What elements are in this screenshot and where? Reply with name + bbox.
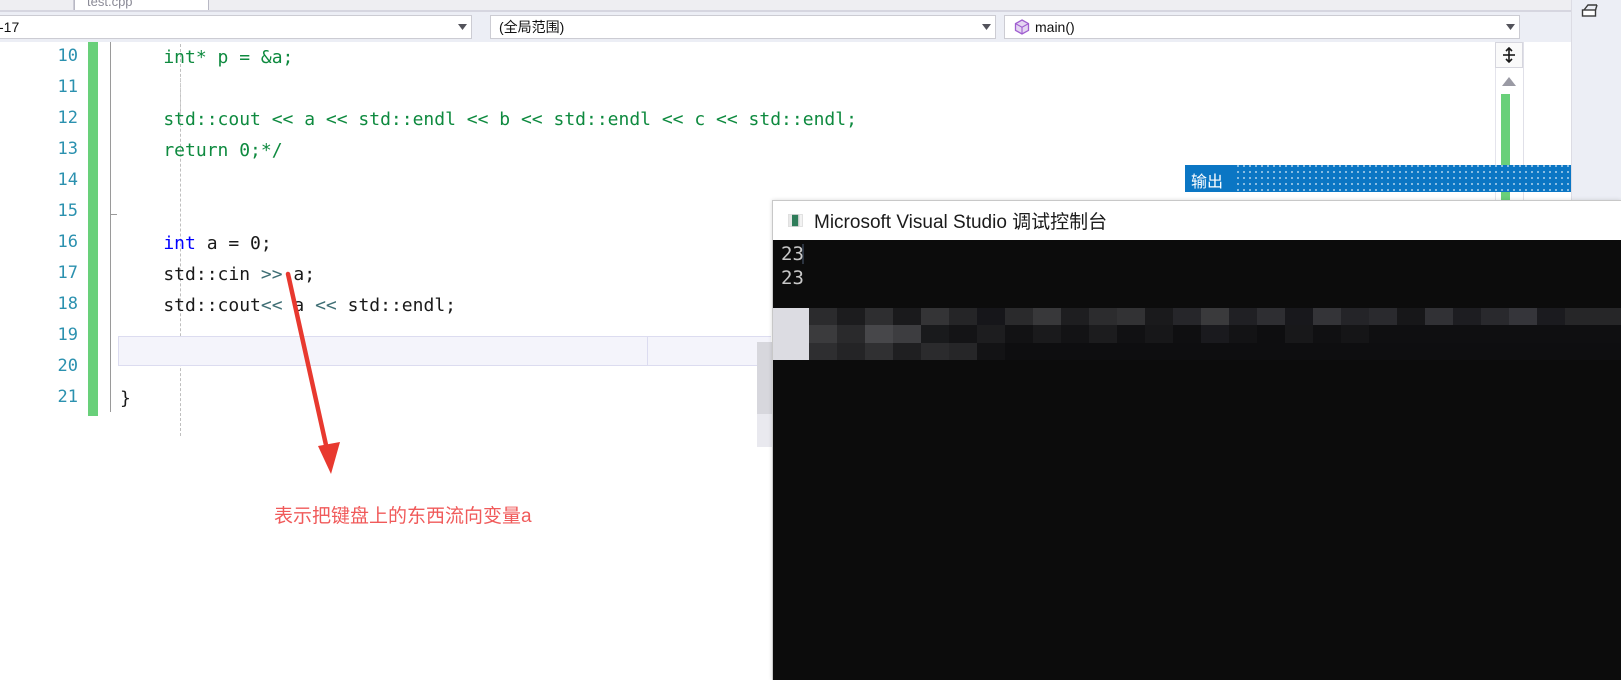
code-token-text: a = 0; — [195, 233, 272, 254]
code-token-text: std::endl; — [336, 295, 456, 316]
code-line-13[interactable]: return 0;*/ — [120, 135, 282, 166]
line-number: 21 — [57, 387, 78, 407]
scroll-up-arrow-icon[interactable] — [1495, 70, 1523, 92]
code-line-12[interactable]: std::cout << a << std::endl << b << std:… — [120, 104, 857, 135]
gutter-separator — [110, 42, 111, 412]
line-number: 18 — [57, 294, 78, 314]
code-line-17[interactable]: std::cin >> a; — [120, 259, 315, 290]
pin-window-icon[interactable] — [1575, 1, 1603, 23]
code-token-operator: >> — [260, 264, 283, 285]
tab-test-cpp-label: test.cpp — [87, 0, 133, 9]
code-token-text: std::cin — [120, 264, 261, 285]
current-line-highlight — [118, 336, 648, 366]
line-number: 19 — [57, 325, 78, 345]
output-panel-header[interactable]: 输出 — [1185, 165, 1571, 192]
line-number: 20 — [57, 356, 78, 376]
console-output-area[interactable]: 23 23 — [773, 240, 1621, 680]
line-number: 13 — [57, 139, 78, 159]
code-token-text: std::cout — [120, 295, 261, 316]
code-token-text: a; — [282, 264, 316, 285]
split-view-icon[interactable] — [1495, 42, 1523, 68]
debug-console-window[interactable]: Microsoft Visual Studio 调试控制台 23 23 — [772, 200, 1621, 680]
scope-dropdown-value: -17 — [0, 19, 20, 35]
global-scope-dropdown[interactable]: (全局范围) — [490, 15, 996, 39]
line-number: 12 — [57, 108, 78, 128]
code-line-16[interactable]: int a = 0; — [120, 228, 272, 259]
line-number: 15 — [57, 201, 78, 221]
chevron-down-icon[interactable] — [1501, 16, 1519, 38]
console-output-line: 23 — [781, 243, 804, 265]
chevron-down-icon[interactable] — [977, 16, 995, 38]
code-line-10[interactable]: int* p = &a; — [120, 42, 293, 73]
console-output-line: 23 — [781, 267, 804, 289]
output-panel-label: 输出 — [1191, 174, 1224, 191]
code-token-operator: << — [260, 295, 283, 316]
line-number-gutter: 10 11 12 13 14 15 16 17 18 19 20 21 — [0, 42, 88, 680]
code-line-18[interactable]: std::cout<< a << std::endl; — [120, 290, 456, 321]
changed-lines-indicator — [88, 42, 98, 416]
censored-console-region — [773, 308, 1621, 360]
code-token-keyword: int — [120, 233, 196, 254]
code-token-text: a — [282, 295, 316, 316]
console-window-edge-shadow-light — [757, 414, 773, 447]
function-dropdown-value: main() — [1035, 19, 1075, 35]
method-cube-icon — [1013, 18, 1031, 36]
code-fold-marker[interactable] — [110, 214, 117, 215]
visual-studio-window: test.cpp -17 (全局范围) main() 10 11 12 13 1… — [0, 0, 1621, 680]
line-number: 16 — [57, 232, 78, 252]
chevron-down-icon[interactable] — [453, 16, 471, 38]
annotation-label: 表示把键盘上的东西流向变量a — [274, 506, 532, 527]
navigation-bar: -17 (全局范围) main() — [0, 12, 1621, 42]
editor-tab-strip: test.cpp — [0, 0, 1621, 12]
console-title-label: Microsoft Visual Studio 调试控制台 — [814, 212, 1108, 233]
code-token-operator: << — [315, 295, 337, 316]
scope-dropdown[interactable]: -17 — [0, 15, 472, 39]
line-number: 17 — [57, 263, 78, 283]
output-panel-grip — [1237, 165, 1571, 192]
console-title-bar[interactable]: Microsoft Visual Studio 调试控制台 — [773, 201, 1621, 240]
line-number: 14 — [57, 170, 78, 190]
global-scope-dropdown-value: (全局范围) — [499, 19, 565, 35]
code-line-21[interactable]: } — [120, 383, 131, 414]
function-dropdown[interactable]: main() — [1004, 15, 1520, 39]
line-number: 11 — [57, 77, 78, 97]
console-app-icon — [788, 213, 804, 229]
line-number: 10 — [57, 46, 78, 66]
current-line-highlight-extension — [648, 336, 771, 366]
